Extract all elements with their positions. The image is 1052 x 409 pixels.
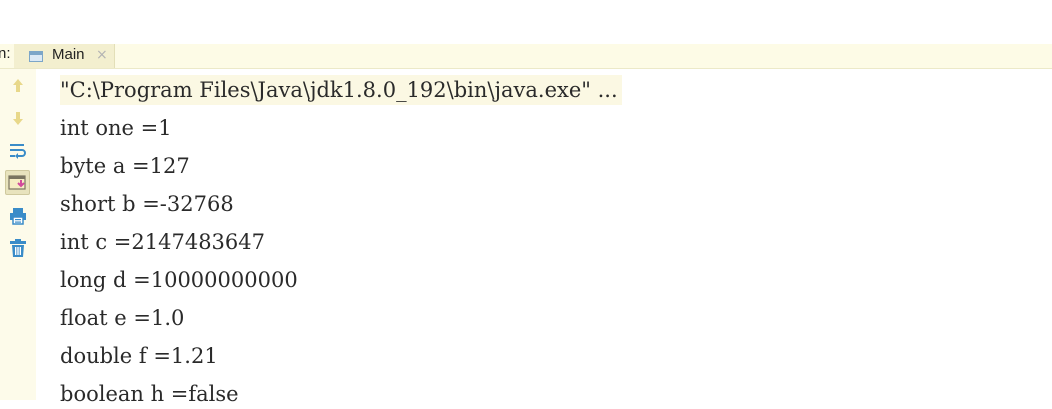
console-line: int one =1: [60, 116, 172, 140]
top-blank-area: [0, 0, 1052, 44]
trash-button[interactable]: [5, 235, 30, 260]
scroll-to-end-icon: [7, 174, 26, 190]
scroll-to-end-button[interactable]: [5, 170, 30, 195]
console-line: byte a =127: [60, 154, 190, 178]
run-label: n:: [0, 45, 11, 62]
console-line: float e =1.0: [60, 306, 185, 330]
tab-main-label: Main: [52, 46, 85, 63]
soft-wrap-icon: [9, 143, 26, 159]
console-line: int c =2147483647: [60, 230, 265, 254]
console-output[interactable]: "C:\Program Files\Java\jdk1.8.0_192\bin\…: [36, 69, 1052, 406]
soft-wrap-button[interactable]: [5, 138, 30, 163]
print-icon: [9, 207, 26, 225]
tab-close-icon[interactable]: ×: [96, 44, 108, 66]
trash-icon: [9, 238, 26, 257]
console-toolbar: [0, 69, 37, 400]
console-line: double f =1.21: [60, 344, 218, 368]
down-arrow-icon: [12, 111, 23, 125]
up-arrow-button[interactable]: [5, 73, 30, 98]
console-line: boolean h =false: [60, 382, 239, 406]
up-arrow-icon: [12, 78, 23, 92]
console-window-icon: [29, 51, 43, 62]
run-tabbar: n: Main ×: [0, 44, 1052, 69]
down-arrow-button[interactable]: [5, 105, 30, 130]
print-button[interactable]: [5, 203, 30, 228]
console-line: long d =10000000000: [60, 268, 298, 292]
console-command-line: "C:\Program Files\Java\jdk1.8.0_192\bin\…: [60, 75, 622, 105]
tab-main[interactable]: Main ×: [14, 44, 115, 68]
console-line: short b =-32768: [60, 192, 234, 216]
